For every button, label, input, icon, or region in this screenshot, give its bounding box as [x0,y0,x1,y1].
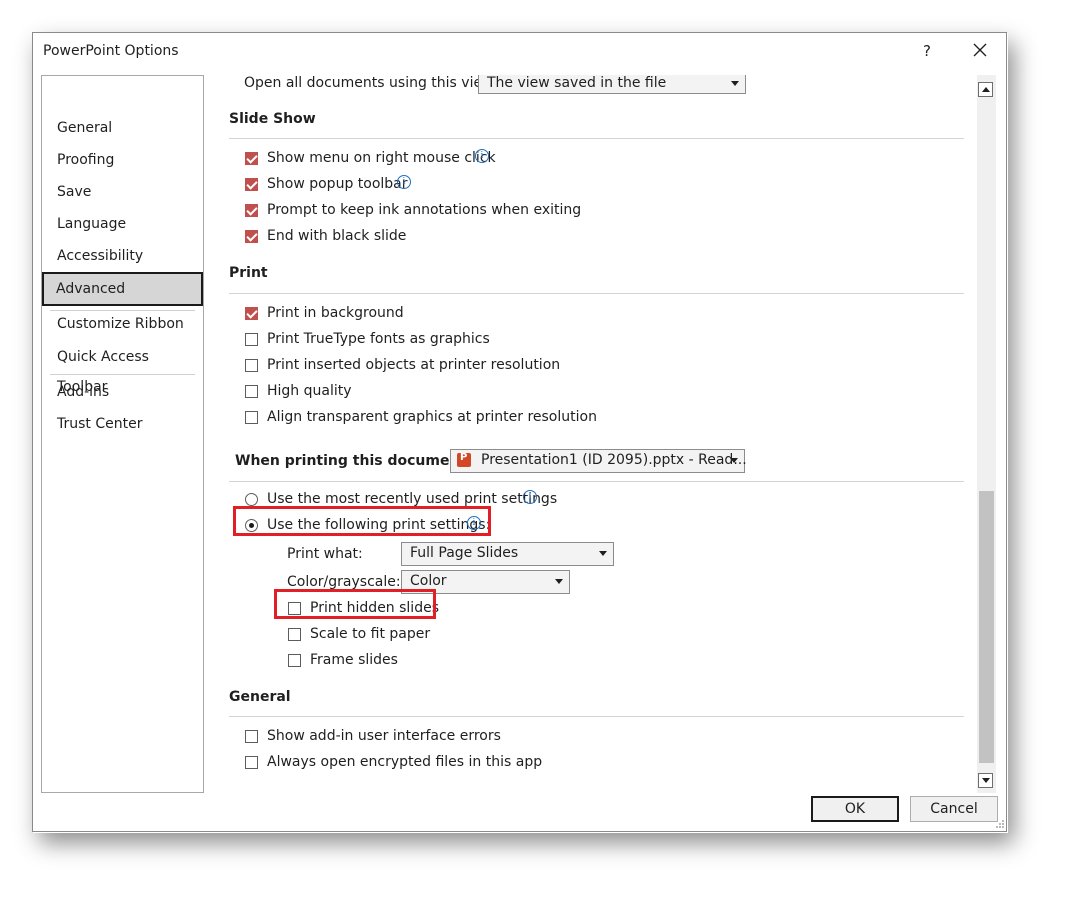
align-transparent-label: Align transparent graphics at printer re… [267,409,597,425]
cancel-button[interactable]: Cancel [910,796,998,822]
slide-show-section-title: Slide Show [229,111,316,127]
nav-item-advanced[interactable]: Advanced [42,272,203,306]
open-view-value: The view saved in the file [487,75,667,91]
open-view-label: Open all documents using this view [244,75,494,91]
open-encrypted-label: Always open encrypted files in this app [267,754,543,770]
nav-item-add-ins[interactable]: Add-ins [43,377,202,407]
options-nav: General Proofing Save Language Accessibi… [41,75,204,793]
powerpoint-file-icon [457,452,471,467]
options-dialog: PowerPoint Options ? General Proofing Sa… [32,32,1007,832]
show-addin-errors-checkbox[interactable] [245,730,258,743]
highlight-box [274,589,436,619]
prompt-keep-ink-label: Prompt to keep ink annotations when exit… [267,202,582,218]
use-recent-settings-label: Use the most recently used print setting… [267,491,558,507]
nav-item-proofing[interactable]: Proofing [43,145,202,175]
section-divider [229,481,964,482]
chevron-down-icon [555,579,563,584]
color-grayscale-value: Color [410,573,447,589]
when-printing-label: When printing this document: [235,453,472,469]
nav-item-save[interactable]: Save [43,177,202,207]
ok-button[interactable]: OK [811,796,899,822]
print-section-title: Print [229,265,268,281]
general-section-title: General [229,689,291,705]
help-button[interactable]: ? [917,41,937,61]
print-inserted-objects-label: Print inserted objects at printer resolu… [267,357,561,373]
scroll-up-icon[interactable] [978,82,993,97]
show-popup-toolbar-label: Show popup toolbar [267,176,408,192]
section-divider [229,138,964,139]
scale-to-fit-checkbox[interactable] [288,628,301,641]
close-icon [973,43,987,57]
info-icon[interactable]: i [475,149,489,163]
use-recent-settings-radio[interactable] [245,493,258,506]
nav-item-quick-access-toolbar[interactable]: Quick Access Toolbar [43,342,202,395]
print-what-label: Print what: [287,546,363,562]
open-encrypted-checkbox[interactable] [245,756,258,769]
print-what-dropdown[interactable]: Full Page Slides [401,542,614,566]
info-icon[interactable]: i [397,175,411,189]
print-truetype-checkbox[interactable] [245,333,258,346]
print-truetype-label: Print TrueType fonts as graphics [267,331,490,347]
open-view-dropdown[interactable]: The view saved in the file [478,75,746,94]
nav-item-language[interactable]: Language [43,209,202,239]
color-grayscale-label: Color/grayscale: [287,574,401,590]
info-icon[interactable]: i [523,490,537,504]
title-bar: PowerPoint Options ? [33,33,1006,69]
print-in-background-checkbox[interactable] [245,307,258,320]
show-menu-right-click-label: Show menu on right mouse click [267,150,496,166]
resize-grip-icon[interactable] [995,819,1005,829]
high-quality-checkbox[interactable] [245,385,258,398]
nav-separator [50,374,195,375]
scrollbar-thumb[interactable] [979,491,994,763]
print-document-value: Presentation1 (ID 2095).pptx - Read... [481,452,747,468]
high-quality-label: High quality [267,383,352,399]
frame-slides-label: Frame slides [310,652,398,668]
print-what-value: Full Page Slides [410,545,519,561]
advanced-options-content: Open all documents using this view The v… [205,75,975,793]
content-scrollbar[interactable] [977,75,996,793]
highlight-box [233,506,491,536]
end-black-slide-label: End with black slide [267,228,407,244]
print-in-background-label: Print in background [267,305,404,321]
section-divider [229,716,964,717]
scroll-down-icon[interactable] [978,773,993,788]
scale-to-fit-label: Scale to fit paper [310,626,431,642]
show-menu-right-click-checkbox[interactable] [245,152,258,165]
chevron-down-icon [730,458,738,463]
dialog-title: PowerPoint Options [43,43,179,59]
chevron-down-icon [731,81,739,86]
print-inserted-objects-checkbox[interactable] [245,359,258,372]
nav-item-general[interactable]: General [43,113,202,143]
section-divider [229,293,964,294]
print-document-dropdown[interactable]: Presentation1 (ID 2095).pptx - Read... [450,449,747,473]
show-addin-errors-label: Show add-in user interface errors [267,728,501,744]
nav-item-trust-center[interactable]: Trust Center [43,409,202,439]
nav-item-accessibility[interactable]: Accessibility [43,241,202,271]
align-transparent-checkbox[interactable] [245,411,258,424]
close-button[interactable] [969,39,991,61]
frame-slides-checkbox[interactable] [288,654,301,667]
end-black-slide-checkbox[interactable] [245,230,258,243]
show-popup-toolbar-checkbox[interactable] [245,178,258,191]
nav-item-customize-ribbon[interactable]: Customize Ribbon [43,309,202,339]
chevron-down-icon [599,551,607,556]
prompt-keep-ink-checkbox[interactable] [245,204,258,217]
